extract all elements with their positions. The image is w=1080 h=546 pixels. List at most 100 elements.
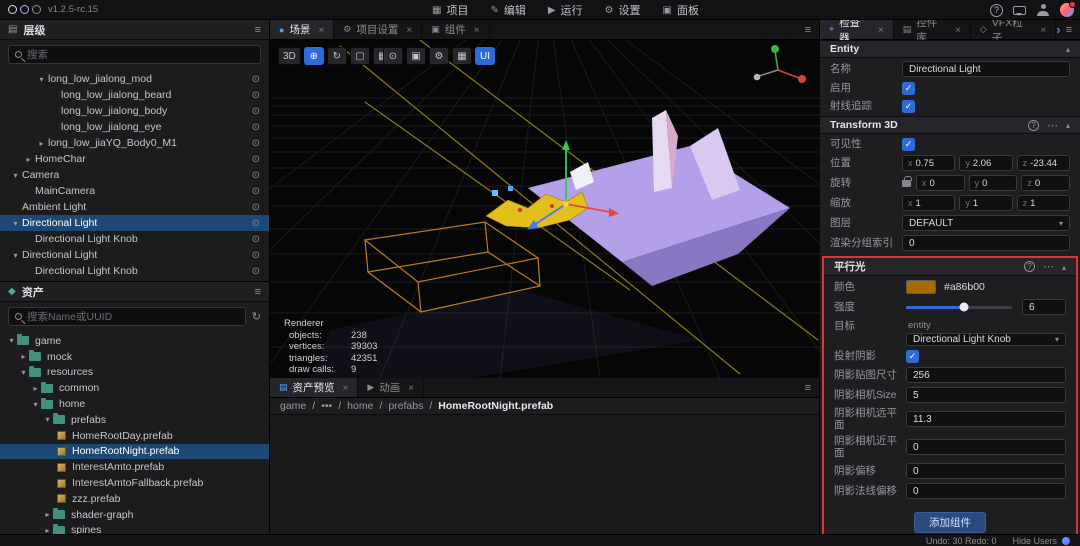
eye-icon[interactable] <box>252 106 260 117</box>
scale-y-field[interactable]: y <box>959 195 1013 211</box>
scale-z-field[interactable]: z <box>1016 195 1070 211</box>
close-icon[interactable] <box>343 382 349 394</box>
breadcrumb-item[interactable]: home <box>347 400 373 412</box>
expander-icon[interactable]: ▾ <box>42 415 53 424</box>
tab-project-settings[interactable]: ⚙ 项目设置 <box>334 20 423 39</box>
asset-folder[interactable]: ▸ mock <box>0 349 269 365</box>
hierarchy-menu-icon[interactable] <box>255 24 261 36</box>
position-z-field[interactable]: z <box>1016 155 1070 171</box>
tab-scene[interactable]: ● 场景 <box>270 20 335 39</box>
refresh-icon[interactable] <box>252 310 261 323</box>
rotate-tool-button[interactable]: ↻ <box>326 47 347 65</box>
enabled-checkbox[interactable] <box>902 81 915 95</box>
tab-vfx-particles[interactable]: ◇ VFX粒子 <box>971 17 1057 44</box>
slider-thumb[interactable] <box>959 302 969 312</box>
tab-widget-library[interactable]: ▤ 控件库 <box>894 17 971 44</box>
assets-menu-icon[interactable] <box>255 286 261 298</box>
preview-menu-icon[interactable] <box>805 382 811 394</box>
visibility-checkbox[interactable] <box>902 137 915 151</box>
collapse-icon[interactable] <box>1062 261 1066 273</box>
ui-toggle-button[interactable]: UI <box>475 47 495 65</box>
hierarchy-item[interactable]: MainCamera <box>0 183 269 199</box>
hierarchy-search[interactable] <box>8 45 261 64</box>
entity-name-input[interactable] <box>902 61 1070 77</box>
eye-icon[interactable] <box>252 218 260 229</box>
breadcrumb-item[interactable]: game <box>280 400 306 412</box>
close-icon[interactable] <box>318 24 324 36</box>
asset-folder[interactable]: ▾ resources <box>0 365 269 381</box>
user-avatar[interactable] <box>1060 1 1076 17</box>
close-icon[interactable] <box>474 24 480 36</box>
help-icon[interactable] <box>1027 119 1039 131</box>
rotation-z-field[interactable]: z <box>1021 175 1071 191</box>
scale-x-field[interactable]: x <box>902 195 956 211</box>
eye-icon[interactable] <box>252 266 260 277</box>
eye-icon[interactable] <box>252 122 260 133</box>
layer-dropdown[interactable]: DEFAULT <box>902 215 1070 231</box>
assets-search[interactable] <box>8 307 246 326</box>
close-icon[interactable] <box>955 24 961 36</box>
scene-menu-icon[interactable] <box>805 24 811 36</box>
more-icon[interactable] <box>1047 119 1058 132</box>
hierarchy-item-selected[interactable]: ▾ Directional Light <box>0 215 269 231</box>
eye-icon[interactable] <box>252 138 260 149</box>
expander-icon[interactable]: ▾ <box>18 368 29 377</box>
close-icon[interactable] <box>1040 24 1046 36</box>
hierarchy-item[interactable]: long_low_jialong_beard <box>0 87 269 103</box>
users-icon[interactable] <box>1036 4 1050 16</box>
cast-shadow-checkbox[interactable] <box>906 349 919 363</box>
asset-prefab[interactable]: InterestAmtoFallback.prefab <box>0 475 269 491</box>
eye-icon[interactable] <box>252 170 260 181</box>
asset-folder[interactable]: ▾ home <box>0 396 269 412</box>
shadow-bias-input[interactable] <box>906 463 1066 479</box>
asset-folder[interactable]: ▾ prefabs <box>0 412 269 428</box>
position-x-field[interactable]: x <box>902 155 956 171</box>
expander-icon[interactable]: ▾ <box>36 75 47 84</box>
hierarchy-item[interactable]: ▾ Camera <box>0 167 269 183</box>
asset-folder[interactable]: ▸ common <box>0 380 269 396</box>
expander-icon[interactable]: ▾ <box>10 219 21 228</box>
grid-button[interactable]: ▦ <box>452 47 472 65</box>
eye-icon[interactable] <box>252 154 260 165</box>
help-icon[interactable] <box>990 3 1003 17</box>
assets-search-input[interactable] <box>27 310 239 323</box>
help-icon[interactable] <box>1023 261 1035 272</box>
hierarchy-item[interactable]: Directional Light Knob <box>0 231 269 247</box>
camera-button[interactable]: ▣ <box>406 47 426 65</box>
close-icon[interactable] <box>878 24 884 36</box>
rotation-y-field[interactable]: y <box>968 175 1018 191</box>
eye-icon[interactable] <box>252 234 260 245</box>
hierarchy-item[interactable]: Directional Light Knob <box>0 263 269 279</box>
close-icon[interactable] <box>406 24 412 36</box>
expander-icon[interactable]: ▸ <box>18 352 29 361</box>
shadow-near-plane-input[interactable] <box>906 439 1066 455</box>
asset-prefab[interactable]: HomeRootDay.prefab <box>0 428 269 444</box>
asset-prefab[interactable]: zzz.prefab <box>0 491 269 507</box>
render-group-input[interactable] <box>902 235 1070 251</box>
menu-edit[interactable]: ✎ 编辑 <box>490 2 525 18</box>
expander-icon[interactable]: ▾ <box>6 336 17 345</box>
breadcrumb-item[interactable]: prefabs <box>388 400 423 412</box>
expander-icon[interactable]: ▾ <box>30 400 41 409</box>
rotation-x-field[interactable]: x <box>916 175 965 191</box>
shadow-normal-bias-input[interactable] <box>906 483 1066 499</box>
expander-icon[interactable]: ▸ <box>36 139 47 148</box>
asset-prefab[interactable]: InterestAmto.prefab <box>0 459 269 475</box>
eye-icon[interactable] <box>252 186 260 197</box>
menu-run[interactable]: ▶ 运行 <box>548 2 583 18</box>
intensity-input[interactable] <box>1022 299 1066 315</box>
tab-components[interactable]: ▣ 组件 <box>422 20 490 39</box>
expander-icon[interactable]: ▾ <box>10 171 21 180</box>
asset-folder[interactable]: ▸ shader-graph <box>0 507 269 523</box>
expander-icon[interactable]: ▸ <box>42 510 53 519</box>
move-tool-button[interactable]: ⊕ <box>303 47 324 65</box>
hierarchy-search-input[interactable] <box>27 48 254 61</box>
view-mode-button[interactable]: 3D <box>278 47 301 65</box>
breadcrumb-item[interactable]: ••• <box>321 400 332 412</box>
eye-icon[interactable] <box>252 90 260 101</box>
shadow-map-size-input[interactable] <box>906 367 1066 383</box>
hide-users-toggle[interactable]: Hide Users <box>1012 536 1070 546</box>
expander-icon[interactable]: ▸ <box>30 384 41 393</box>
position-y-field[interactable]: y <box>959 155 1013 171</box>
menu-project[interactable]: ▦ 项目 <box>432 2 468 18</box>
